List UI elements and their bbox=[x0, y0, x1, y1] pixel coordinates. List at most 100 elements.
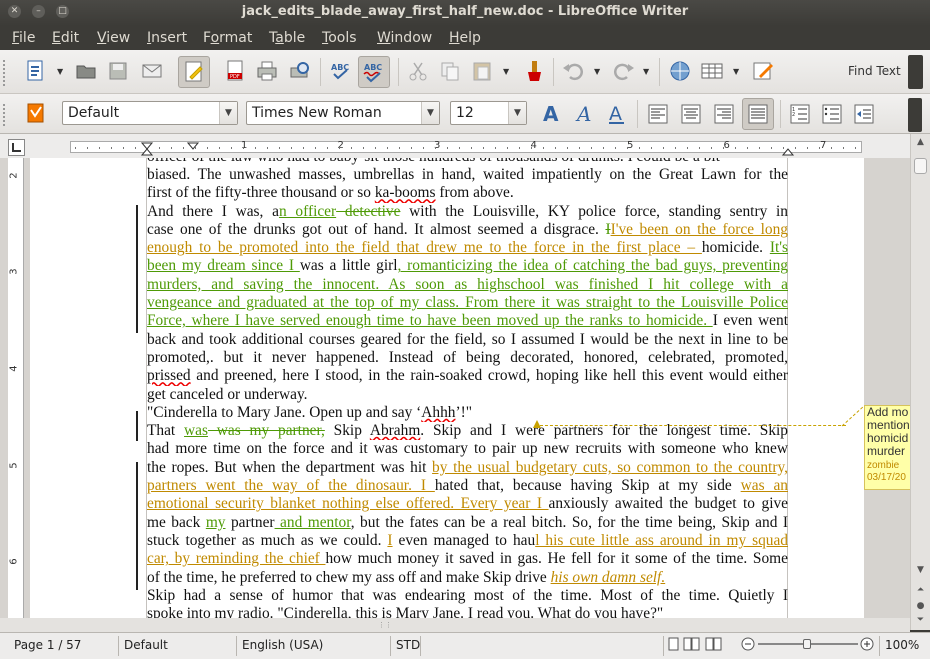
text-line[interactable]: the ropes. But when the department was h… bbox=[147, 459, 788, 477]
scroll-down-icon[interactable]: ▼ bbox=[914, 564, 927, 577]
previous-page-icon[interactable]: ⏶ bbox=[914, 584, 927, 597]
menu-view[interactable]: View bbox=[97, 30, 130, 46]
single-page-view-icon[interactable] bbox=[668, 637, 724, 654]
text-line[interactable]: emotional security blanket nothing else … bbox=[147, 495, 788, 513]
text-line[interactable]: promoted,. but it never happened. Instea… bbox=[147, 349, 788, 367]
show-draw-functions-icon[interactable] bbox=[750, 58, 776, 84]
text-line[interactable]: car, by reminding the chief how much mon… bbox=[147, 550, 788, 568]
menu-format[interactable]: Format bbox=[203, 30, 252, 46]
chevron-down-icon[interactable]: ▼ bbox=[219, 102, 237, 124]
menu-tools[interactable]: Tools bbox=[322, 30, 357, 46]
text-line[interactable]: get canceled or underway. bbox=[147, 386, 788, 404]
email-icon[interactable] bbox=[139, 58, 165, 84]
vertical-ruler[interactable]: 2 3 4 5 6 bbox=[8, 158, 24, 630]
menu-edit[interactable]: Edit bbox=[52, 30, 79, 46]
menu-table[interactable]: Table bbox=[269, 30, 305, 46]
undo-dropdown-arrow[interactable]: ▼ bbox=[594, 68, 602, 76]
copy-icon[interactable] bbox=[437, 58, 463, 84]
text-line[interactable]: enough to be promoted into the field tha… bbox=[147, 239, 788, 257]
hyperlink-icon[interactable] bbox=[667, 58, 693, 84]
text-line[interactable]: partners went the way of the dinosaur. I… bbox=[147, 477, 788, 495]
page-style[interactable]: Default bbox=[124, 638, 168, 652]
vertical-scrollbar[interactable]: ▲ ▼ ⏶ ● ⏷ bbox=[910, 134, 930, 630]
text-line[interactable]: back and took additional courses geared … bbox=[147, 331, 788, 349]
text-line[interactable]: prissed and preened, here I stood, in th… bbox=[147, 367, 788, 385]
table-dropdown-arrow[interactable]: ▼ bbox=[733, 68, 741, 76]
paste-dropdown-arrow[interactable]: ▼ bbox=[503, 68, 511, 76]
navigation-icon[interactable]: ● bbox=[914, 600, 927, 613]
clone-formatting-icon[interactable] bbox=[521, 58, 547, 84]
language[interactable]: English (USA) bbox=[242, 638, 323, 652]
text-line[interactable]: been my dream since I was a little girl,… bbox=[147, 257, 788, 275]
redo-icon[interactable] bbox=[611, 58, 637, 84]
comment-box[interactable]: Add mo mention homicid murder zombie 03/17/2… bbox=[864, 405, 912, 490]
new-document-icon[interactable] bbox=[22, 58, 48, 84]
font-name-combo[interactable]: Times New Roman ▼ bbox=[246, 101, 440, 125]
toolbar-overflow-grip[interactable] bbox=[908, 98, 922, 132]
redo-dropdown-arrow[interactable]: ▼ bbox=[643, 68, 651, 76]
scrollbar-thumb[interactable] bbox=[914, 158, 927, 174]
zoom-level[interactable]: 100% bbox=[885, 638, 919, 652]
text-line[interactable]: "Cinderella to Mary Jane. Open up and sa… bbox=[147, 404, 788, 422]
page-count[interactable]: Page 1 / 57 bbox=[14, 638, 81, 652]
text-line[interactable]: vengeance and graduated at the top of my… bbox=[147, 294, 788, 312]
align-center-icon[interactable] bbox=[678, 101, 704, 127]
export-pdf-icon[interactable]: PDF bbox=[222, 58, 248, 84]
zoom-out-icon[interactable] bbox=[741, 637, 755, 654]
find-text-label[interactable]: Find Text bbox=[848, 64, 901, 78]
align-right-icon[interactable] bbox=[711, 101, 737, 127]
new-dropdown-arrow[interactable]: ▼ bbox=[57, 68, 65, 76]
next-page-icon[interactable]: ⏷ bbox=[914, 614, 927, 627]
decrease-indent-icon[interactable] bbox=[851, 101, 877, 127]
ruler-markers[interactable] bbox=[140, 139, 800, 157]
bold-icon[interactable]: A bbox=[538, 101, 564, 127]
edit-file-icon[interactable] bbox=[178, 56, 210, 88]
paste-icon[interactable] bbox=[469, 58, 495, 84]
menu-file[interactable]: File bbox=[12, 30, 35, 46]
text-line[interactable]: me back my partner and mentor, but the f… bbox=[147, 514, 788, 532]
zoom-in-icon[interactable] bbox=[860, 637, 874, 654]
text-line[interactable]: stuck together as much as we could. I ev… bbox=[147, 532, 788, 550]
toolbar-handle[interactable] bbox=[2, 58, 8, 88]
text-line[interactable]: first of the fifty-three thousand or so … bbox=[147, 184, 788, 202]
paragraph-style-combo[interactable]: Default ▼ bbox=[62, 101, 238, 125]
text-line[interactable]: Skip had a sense of humor that was endea… bbox=[147, 587, 788, 605]
document-text[interactable]: biased. The unwashed masses, umbrellas i… bbox=[147, 166, 788, 623]
print-preview-icon[interactable] bbox=[287, 58, 313, 84]
text-line[interactable]: of the time, he preferred to chew my ass… bbox=[147, 569, 788, 587]
underline-icon[interactable]: A bbox=[604, 101, 630, 127]
print-icon[interactable] bbox=[254, 58, 280, 84]
undo-icon[interactable] bbox=[560, 58, 586, 84]
justify-icon[interactable] bbox=[742, 98, 774, 130]
autospellcheck-icon[interactable]: ABC bbox=[358, 56, 390, 88]
horizontal-scrollbar[interactable]: ⋮⋮ bbox=[0, 618, 910, 632]
scroll-grip-icon[interactable]: ⋮⋮ bbox=[378, 621, 392, 629]
chevron-down-icon[interactable]: ▼ bbox=[508, 102, 526, 124]
text-line[interactable]: murders, and saving the innocent. As soo… bbox=[147, 276, 788, 294]
text-line[interactable]: And there I was, an officer detective wi… bbox=[147, 203, 788, 221]
menu-window[interactable]: Window bbox=[377, 30, 432, 46]
text-line[interactable]: had more time on the force and it was cu… bbox=[147, 440, 788, 458]
font-size-combo[interactable]: 12 ▼ bbox=[450, 101, 527, 125]
table-icon[interactable] bbox=[699, 58, 725, 84]
find-toolbar-grip[interactable] bbox=[909, 55, 923, 89]
chevron-down-icon[interactable]: ▼ bbox=[421, 102, 439, 124]
save-icon[interactable] bbox=[105, 58, 131, 84]
text-line[interactable]: case one of the drunks got out of hand. … bbox=[147, 221, 788, 239]
scroll-up-icon[interactable]: ▲ bbox=[914, 136, 927, 149]
styles-formatting-icon[interactable] bbox=[22, 100, 48, 126]
italic-icon[interactable]: A bbox=[571, 101, 597, 127]
insert-mode[interactable]: STD bbox=[396, 638, 420, 652]
menu-help[interactable]: Help bbox=[449, 30, 481, 46]
cut-icon[interactable] bbox=[405, 58, 431, 84]
tab-type-selector[interactable] bbox=[8, 139, 25, 156]
align-left-icon[interactable] bbox=[645, 101, 671, 127]
numbering-icon[interactable]: 12 bbox=[787, 101, 813, 127]
text-line[interactable]: Force, where I have served enough time t… bbox=[147, 312, 788, 330]
bullets-icon[interactable] bbox=[819, 101, 845, 127]
open-folder-icon[interactable] bbox=[73, 58, 99, 84]
zoom-slider-handle[interactable] bbox=[803, 639, 811, 649]
text-line[interactable]: biased. The unwashed masses, umbrellas i… bbox=[147, 166, 788, 184]
spellcheck-icon[interactable]: ABC bbox=[328, 58, 354, 84]
menu-insert[interactable]: Insert bbox=[147, 30, 187, 46]
